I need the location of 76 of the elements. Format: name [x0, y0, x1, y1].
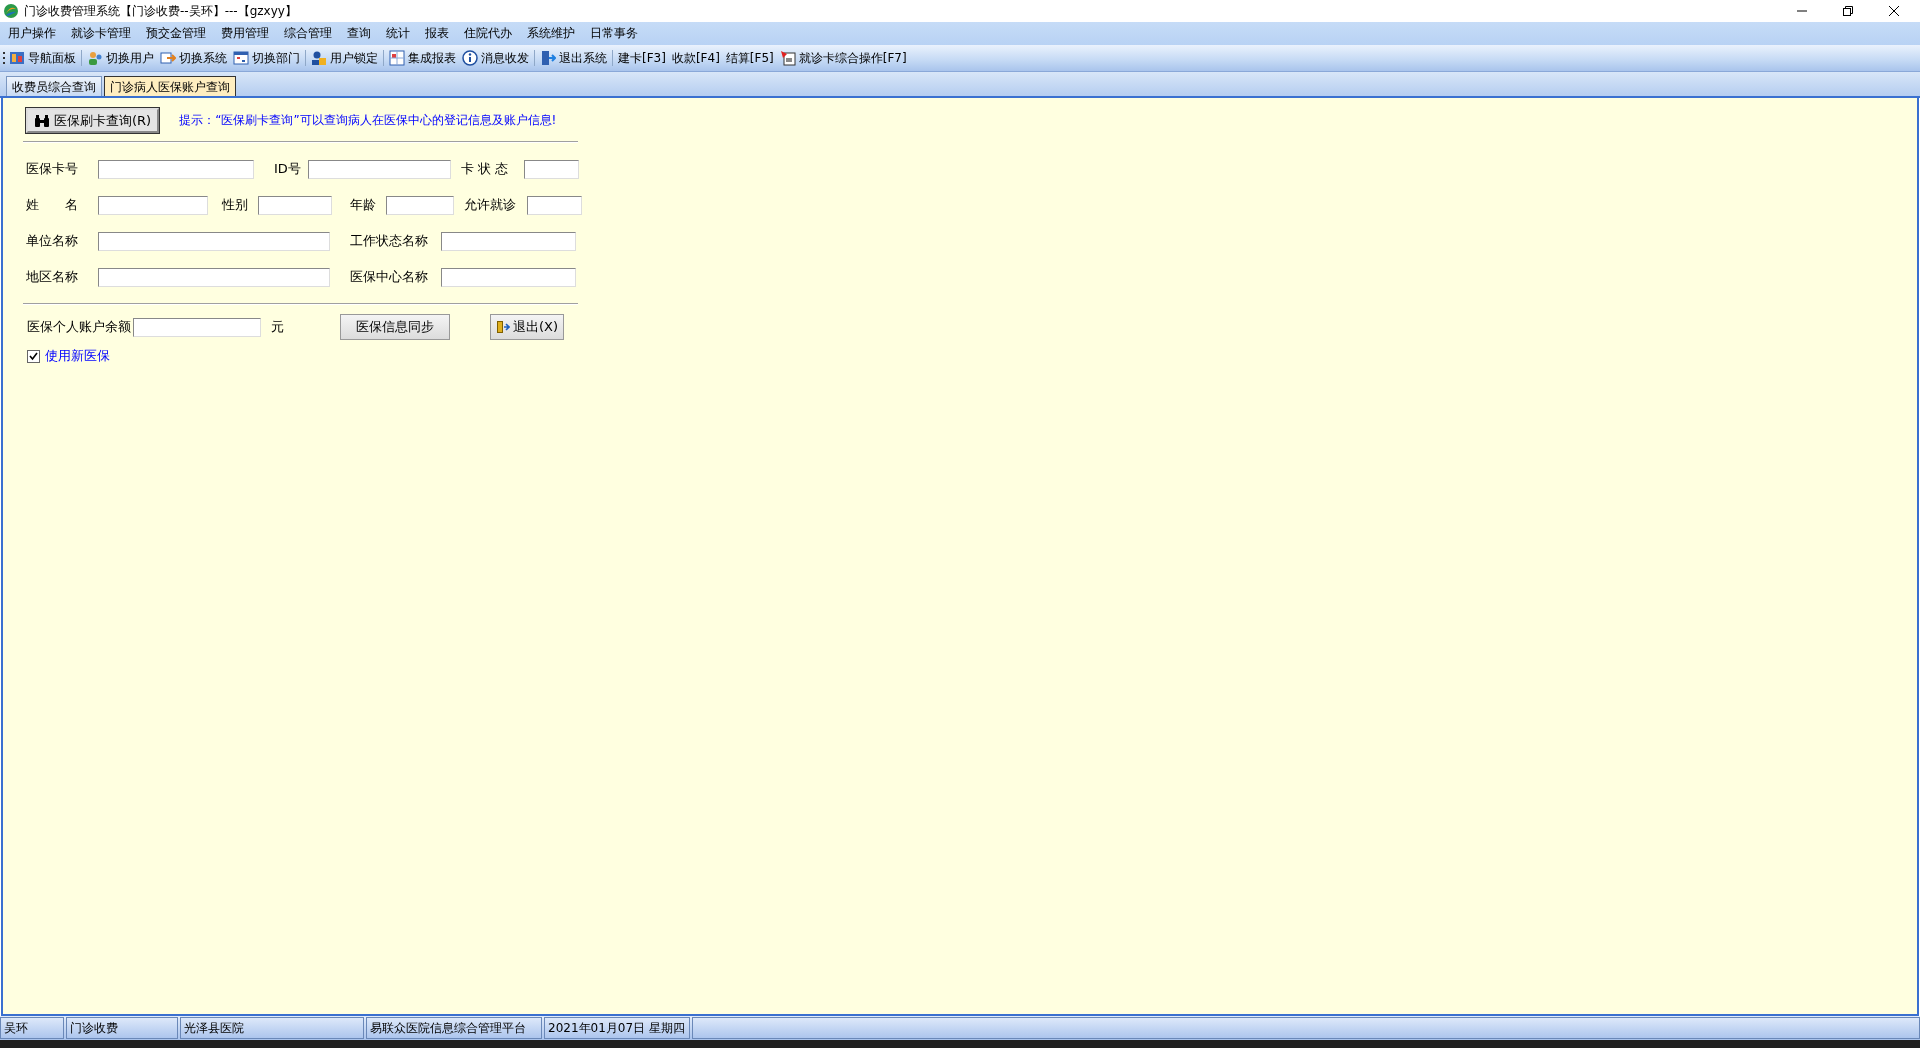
- field-label: 年龄: [350, 196, 377, 214]
- input-field[interactable]: [98, 195, 208, 215]
- menu-item[interactable]: 预交金管理: [140, 25, 215, 42]
- toolbar-button[interactable]: 退出系统: [537, 47, 610, 69]
- sync-button[interactable]: 医保信息同步: [340, 314, 450, 340]
- grip-icon: [3, 51, 6, 65]
- door-icon: [496, 320, 510, 334]
- card-query-button[interactable]: 医保刷卡查询(R): [26, 108, 160, 133]
- menu-item[interactable]: 报表: [419, 25, 458, 42]
- info-icon: [462, 50, 478, 66]
- checkbox[interactable]: [27, 349, 40, 363]
- input-field[interactable]: [527, 195, 582, 215]
- door-icon: [540, 50, 556, 66]
- toolbar-button[interactable]: 切换用户: [84, 47, 157, 69]
- swap-icon: [160, 50, 176, 66]
- app-logo-icon: [3, 3, 19, 19]
- menu-item[interactable]: 日常事务: [584, 25, 647, 42]
- status-cell: 门诊收费: [66, 1017, 178, 1039]
- status-cell: 光泽县医院: [180, 1017, 364, 1039]
- close-icon[interactable]: [1888, 5, 1900, 17]
- field-label: 医保卡号: [26, 160, 79, 178]
- toolbar-button[interactable]: 收款[F4]: [668, 47, 723, 69]
- input-field[interactable]: [386, 195, 454, 215]
- restore-icon[interactable]: [1842, 5, 1854, 17]
- toolbar-button[interactable]: 集成报表: [386, 47, 459, 69]
- unit-label: 元: [271, 318, 284, 336]
- input-field[interactable]: [308, 159, 451, 179]
- input-field[interactable]: [98, 267, 330, 287]
- field-label: 允许就诊: [464, 196, 517, 214]
- toolbar-button[interactable]: 切换部门: [230, 47, 303, 69]
- toolbar-button[interactable]: 导航面板: [6, 47, 79, 69]
- field-label: 性别: [222, 196, 249, 214]
- input-field[interactable]: [441, 267, 576, 287]
- menu-item[interactable]: 费用管理: [215, 25, 278, 42]
- field-label: 地区名称: [26, 268, 79, 286]
- status-cell: 吴环: [0, 1017, 64, 1039]
- toolbar-button[interactable]: 结算[F5]: [722, 47, 777, 69]
- menu-item[interactable]: 系统维护: [521, 25, 584, 42]
- status-cell: 2021年01月07日 星期四: [544, 1017, 690, 1039]
- calendar-icon: [233, 50, 249, 66]
- card-icon: [779, 50, 796, 66]
- menu-item[interactable]: 统计: [380, 25, 419, 42]
- window-title: 门诊收费管理系统【门诊收费--吴环】---【gzxyy】: [24, 2, 297, 20]
- input-field[interactable]: [441, 231, 576, 251]
- input-field[interactable]: [98, 231, 330, 251]
- field-label: 医保个人账户余额: [27, 318, 131, 336]
- field-label: 卡 状 态: [461, 160, 510, 178]
- menu-item[interactable]: 用户操作: [2, 25, 65, 42]
- toolbar-button[interactable]: 用户锁定: [308, 47, 381, 69]
- toolbar-button[interactable]: 就诊卡综合操作[F7]: [776, 47, 910, 69]
- tab[interactable]: 门诊病人医保账户查询: [104, 76, 236, 96]
- field-label: 姓 名: [26, 196, 79, 214]
- toolbar-button[interactable]: 切换系统: [157, 47, 230, 69]
- tab[interactable]: 收费员综合查询: [6, 76, 102, 96]
- input-field[interactable]: [258, 195, 332, 215]
- menu-item[interactable]: 综合管理: [278, 25, 341, 42]
- toolbar-button[interactable]: 建卡[F3]: [615, 47, 669, 69]
- panel-icon: [9, 50, 25, 66]
- exit-button[interactable]: 退出(X): [490, 314, 565, 340]
- users-icon: [87, 50, 103, 66]
- field-label: ID号: [274, 160, 302, 178]
- menu-item[interactable]: 住院代办: [458, 25, 521, 42]
- field-label: 医保中心名称: [350, 268, 429, 286]
- input-field[interactable]: [98, 159, 254, 179]
- hint-text: 提示：“医保刷卡查询”可以查询病人在医保中心的登记信息及账户信息!: [179, 112, 557, 129]
- input-field[interactable]: [133, 317, 261, 337]
- input-field[interactable]: [524, 159, 579, 179]
- menu-item[interactable]: 就诊卡管理: [65, 25, 140, 42]
- binoculars-icon: [34, 113, 50, 128]
- field-label: 单位名称: [26, 232, 79, 250]
- grid-icon: [389, 50, 405, 66]
- field-label: 工作状态名称: [350, 232, 429, 250]
- checkbox-label[interactable]: 使用新医保: [45, 347, 110, 365]
- toolbar-button[interactable]: 消息收发: [459, 47, 532, 69]
- menu-item[interactable]: 查询: [341, 25, 380, 42]
- status-cell: 易联众医院信息综合管理平台: [366, 1017, 542, 1039]
